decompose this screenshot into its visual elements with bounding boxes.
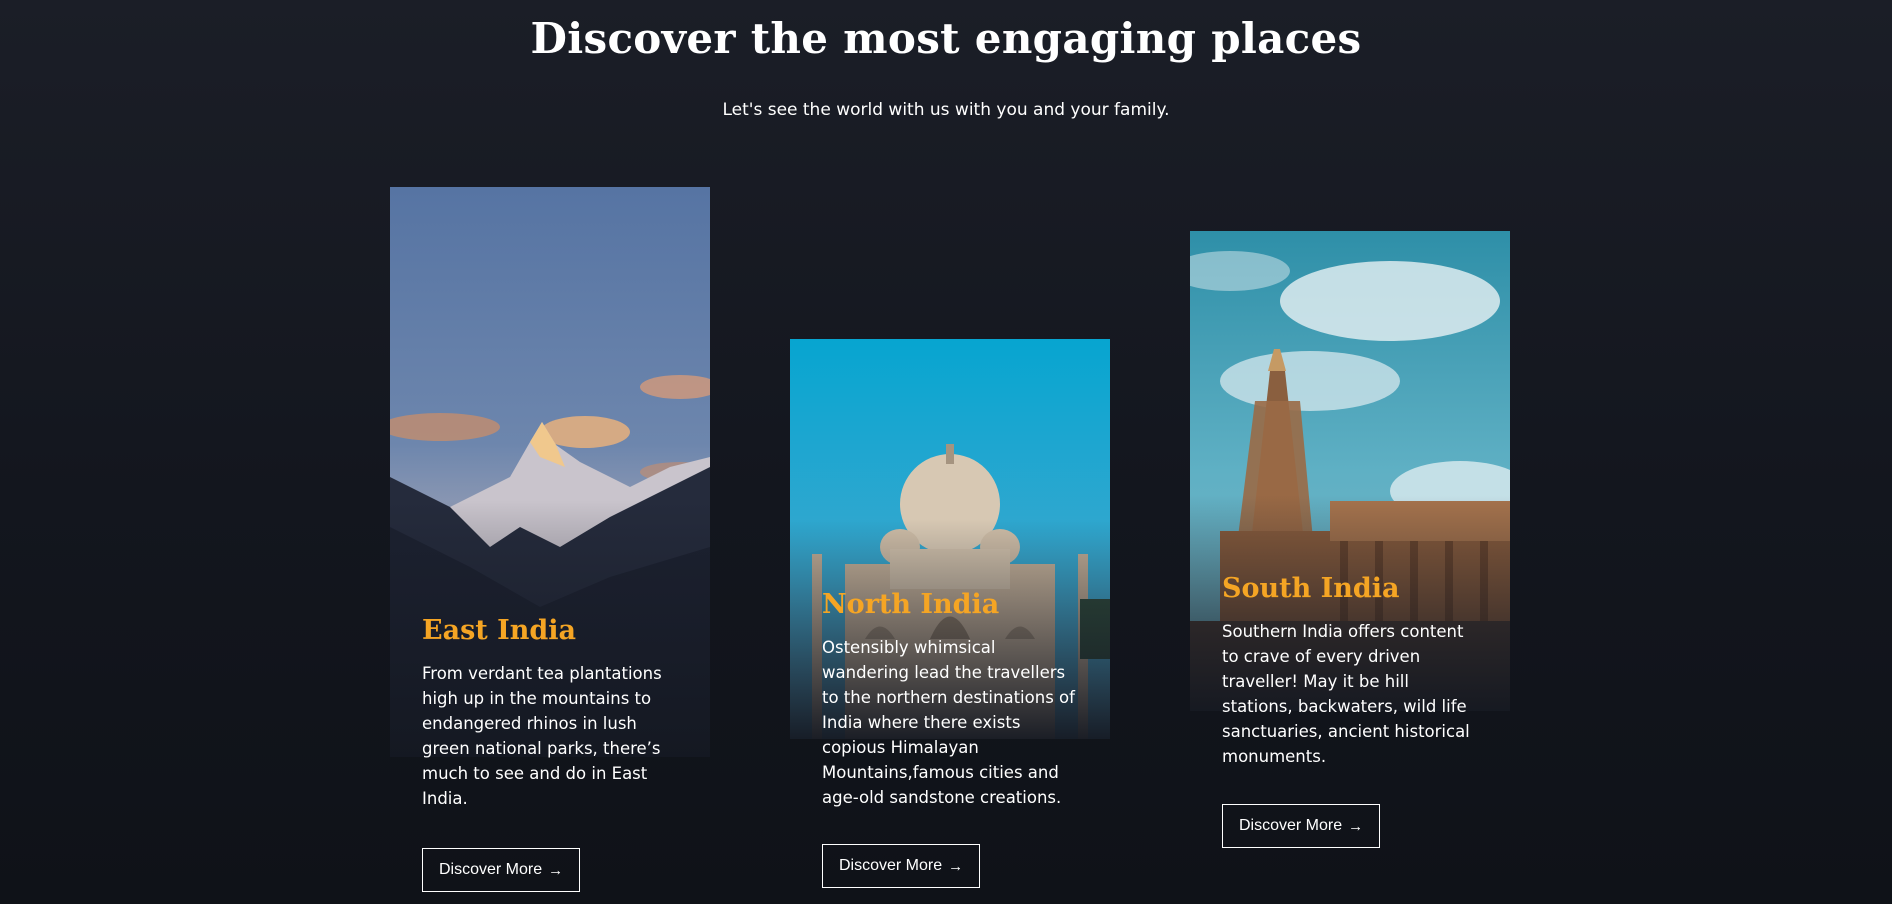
arrow-right-icon: → [548,861,564,879]
button-label: Discover More [1239,817,1343,834]
card-description: Southern India offers content to crave o… [1222,622,1470,767]
button-label: Discover More [439,861,543,878]
card-title: North India [822,589,1000,620]
destination-card-east-india: East India From verdant tea plantations … [390,187,710,892]
card-title: East India [422,615,577,646]
card-title: South India [1222,573,1400,604]
card-description: From verdant tea plantations high up in … [422,664,662,809]
button-label: Discover More [839,857,943,874]
destination-card-north-india: North India Ostensibly whimsical wanderi… [790,339,1110,889]
card-description: Ostensibly whimsical wandering lead the … [822,638,1075,808]
discover-more-button[interactable]: Discover More → [822,844,981,888]
page-subtitle: Let's see the world with us with you and… [722,100,1170,120]
arrow-right-icon: → [1348,817,1364,835]
page-title: Discover the most engaging places [530,14,1362,63]
discover-more-button[interactable]: Discover More → [422,848,581,892]
discover-more-button[interactable]: Discover More → [1222,804,1381,848]
destination-card-south-india: South India Southern India offers conten… [1190,231,1510,851]
arrow-right-icon: → [948,857,964,875]
